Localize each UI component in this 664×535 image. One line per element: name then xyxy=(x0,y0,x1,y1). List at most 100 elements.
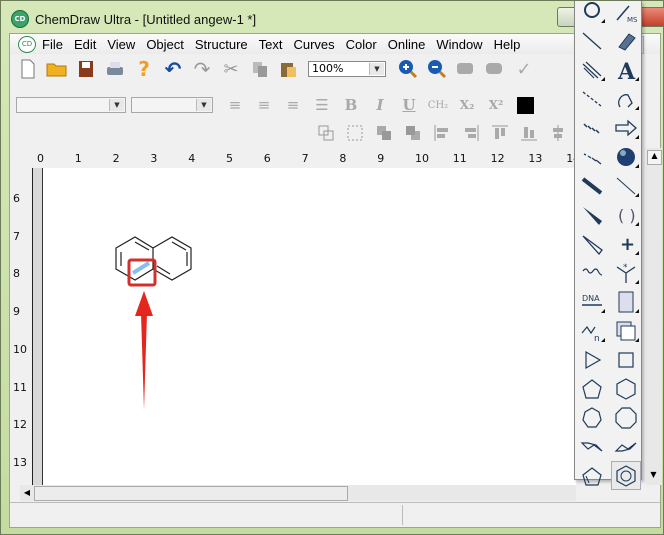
tool-triangle[interactable] xyxy=(577,345,607,374)
tool-brackets[interactable]: ( ) xyxy=(611,200,641,229)
menu-edit[interactable]: Edit xyxy=(74,37,96,52)
tool-hashed-bond[interactable] xyxy=(577,113,607,142)
tool-lasso[interactable] xyxy=(577,0,607,26)
bold-button[interactable]: B xyxy=(339,94,363,116)
open-folder-icon[interactable] xyxy=(45,58,69,80)
superscript-button[interactable]: X² xyxy=(484,94,508,116)
ungroup-icon[interactable] xyxy=(343,122,367,144)
tool-text[interactable]: A xyxy=(611,55,641,84)
tool-pen[interactable] xyxy=(611,84,641,113)
tool-cyclopentadiene[interactable] xyxy=(577,461,607,490)
align-centers-icon[interactable] xyxy=(546,122,570,144)
hashed-bond-icon xyxy=(583,122,600,134)
undo-icon[interactable]: ↶ xyxy=(161,57,185,81)
tool-solid-bond[interactable] xyxy=(577,26,607,55)
tool-charge[interactable]: + xyxy=(611,229,641,258)
chevron-down-icon[interactable]: ▼ xyxy=(369,63,384,75)
justify-icon[interactable]: ☰ xyxy=(310,94,334,116)
menu-color[interactable]: Color xyxy=(346,37,377,52)
submenu-indicator xyxy=(635,106,639,110)
tool-hexagon[interactable] xyxy=(611,374,641,403)
clean-structure-icon[interactable] xyxy=(454,58,478,80)
tool-table[interactable] xyxy=(611,316,641,345)
bold-bond-icon xyxy=(581,176,603,195)
zoom-dropdown[interactable]: 100% ▼ xyxy=(308,61,386,77)
menu-object[interactable]: Object xyxy=(146,37,184,52)
menu-file[interactable]: File xyxy=(42,37,63,52)
tool-orbital[interactable] xyxy=(611,142,641,171)
underline-button[interactable]: U xyxy=(397,94,421,116)
tool-wedge-bond[interactable] xyxy=(577,200,607,229)
scroll-up-button[interactable]: ▲ xyxy=(647,150,662,165)
menu-curves[interactable]: Curves xyxy=(293,37,334,52)
tool-octagon[interactable] xyxy=(611,403,641,432)
horizontal-scrollbar[interactable]: ◀ xyxy=(20,485,576,501)
bring-to-front-icon[interactable] xyxy=(372,122,396,144)
tool-query[interactable]: * xyxy=(611,258,641,287)
color-picker-button[interactable] xyxy=(513,94,537,116)
menu-text[interactable]: Text xyxy=(259,37,283,52)
save-icon[interactable] xyxy=(74,58,98,80)
paste-icon[interactable] xyxy=(277,58,301,80)
print-icon[interactable] xyxy=(103,58,127,80)
align-center-icon[interactable]: ≡ xyxy=(252,94,276,116)
align-right-edges-icon[interactable] xyxy=(459,122,483,144)
menu-structure[interactable]: Structure xyxy=(195,37,248,52)
new-document-icon[interactable] xyxy=(16,58,40,80)
subscript-button[interactable]: X₂ xyxy=(455,94,479,116)
send-to-back-icon[interactable] xyxy=(401,122,425,144)
menu-window[interactable]: Window xyxy=(436,37,482,52)
zoom-in-icon[interactable] xyxy=(396,58,420,80)
tool-benzene[interactable] xyxy=(611,461,641,490)
menu-online[interactable]: Online xyxy=(388,37,426,52)
align-bottom-edges-icon[interactable] xyxy=(517,122,541,144)
group-icon[interactable] xyxy=(314,122,338,144)
tool-eraser[interactable] xyxy=(611,26,641,55)
tool-multiple-bonds[interactable] xyxy=(577,55,607,84)
tool-pentagon[interactable] xyxy=(577,374,607,403)
scroll-thumb[interactable] xyxy=(34,486,348,501)
cyclopentadiene-icon xyxy=(582,466,602,486)
tool-templates[interactable] xyxy=(611,287,641,316)
menu-help[interactable]: Help xyxy=(494,37,521,52)
tool-hashed-wedge[interactable] xyxy=(577,142,607,171)
italic-button[interactable]: I xyxy=(368,94,392,116)
font-size-dropdown[interactable]: ▼ xyxy=(131,97,213,113)
redo-icon[interactable]: ↷ xyxy=(190,57,214,81)
chevron-down-icon[interactable]: ▼ xyxy=(196,99,211,111)
tool-chair-1[interactable] xyxy=(577,432,607,461)
align-top-edges-icon[interactable] xyxy=(488,122,512,144)
align-left-edges-icon[interactable] xyxy=(430,122,454,144)
tool-arrow[interactable] xyxy=(611,113,641,142)
chevron-down-icon[interactable]: ▼ xyxy=(109,99,124,111)
tool-dashed-bond[interactable] xyxy=(577,84,607,113)
zoom-out-icon[interactable] xyxy=(425,58,449,80)
tool-chair-2[interactable] xyxy=(611,432,641,461)
tool-wavy-bond[interactable] xyxy=(577,258,607,287)
help-icon[interactable]: ? xyxy=(132,57,156,81)
menu-view[interactable]: View xyxy=(107,37,135,52)
check-structure-icon[interactable] xyxy=(483,58,507,80)
copy-icon[interactable] xyxy=(248,58,272,80)
align-right-icon[interactable]: ≡ xyxy=(281,94,305,116)
tool-mass-fragment[interactable]: MS xyxy=(611,0,641,26)
tool-chain[interactable] xyxy=(611,171,641,200)
check-mark-icon[interactable]: ✓ xyxy=(512,58,536,80)
vertical-scrollbar[interactable]: ▲ ▼ xyxy=(646,148,662,485)
client-area: CD File Edit View Object Structure Text … xyxy=(9,33,662,528)
tool-dna[interactable]: DNA xyxy=(577,287,607,316)
drawing-canvas[interactable] xyxy=(43,168,576,485)
cut-icon[interactable]: ✂ xyxy=(219,58,243,80)
tool-hollow-wedge[interactable] xyxy=(577,229,607,258)
document-icon[interactable]: CD xyxy=(18,35,36,53)
tool-sequence[interactable]: n xyxy=(577,316,607,345)
ruler-tick-label: 8 xyxy=(13,267,20,281)
scroll-down-button[interactable]: ▼ xyxy=(647,470,660,483)
scroll-left-button[interactable]: ◀ xyxy=(21,486,33,499)
tool-heptagon[interactable] xyxy=(577,403,607,432)
align-left-icon[interactable]: ≡ xyxy=(223,94,247,116)
font-dropdown[interactable]: ▼ xyxy=(16,97,126,113)
formula-button[interactable]: CH₂ xyxy=(426,94,450,116)
tool-bold-bond[interactable] xyxy=(577,171,607,200)
tool-square[interactable] xyxy=(611,345,641,374)
